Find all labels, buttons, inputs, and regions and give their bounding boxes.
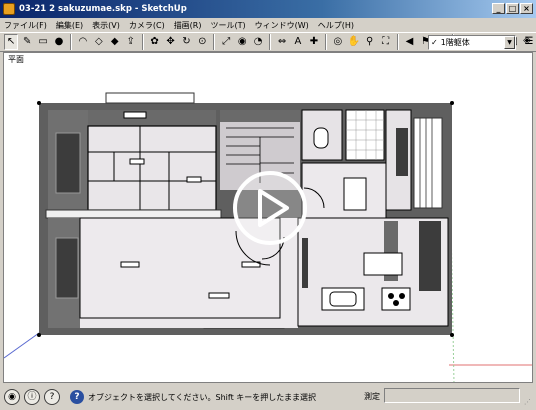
balcony [413, 117, 443, 209]
tape-measure-icon[interactable]: ◉ [235, 34, 249, 50]
layer-manager-icon[interactable]: ◈ [520, 35, 534, 50]
toolbar-separator [213, 34, 216, 50]
menu-help[interactable]: ヘルプ(H) [318, 20, 354, 31]
sketchup-app-icon[interactable] [3, 3, 15, 15]
geo-location-icon[interactable]: ◉ [4, 389, 20, 405]
toolbar-separator [69, 34, 72, 50]
axes-icon[interactable]: ✚ [307, 34, 321, 50]
menu-edit[interactable]: 編集(E) [56, 20, 83, 31]
layer-dropdown[interactable]: ✓ 1階躯体 ▼ [428, 35, 516, 50]
toilet [313, 127, 329, 149]
layer-dropdown-value: 1階躯体 [440, 38, 470, 47]
pan-icon[interactable]: ✋ [347, 34, 361, 50]
room-window [55, 132, 81, 194]
drawing-viewport[interactable]: 平面 [3, 52, 533, 383]
close-button[interactable]: × [520, 3, 533, 14]
floor-plan-drawing [4, 92, 532, 382]
toolbar-separator [396, 34, 399, 50]
toolbar-separator [324, 34, 327, 50]
status-message: オブジェクトを選択してください。Shift キーを押したまま選択 [88, 392, 317, 402]
zoom-extents-icon[interactable]: ⛶ [379, 34, 393, 50]
scale-icon[interactable]: ⤢ [219, 34, 233, 50]
pencil-icon[interactable]: ✎ [20, 34, 34, 50]
top-window-sill [105, 92, 195, 104]
layer-active-check-icon: ✓ [431, 38, 438, 47]
maximize-button[interactable]: □ [506, 3, 519, 14]
room-shower [345, 109, 385, 161]
menu-file[interactable]: ファイル(F) [4, 20, 47, 31]
kitchen-sink [363, 252, 403, 276]
previous-view-icon[interactable]: ◀ [403, 34, 417, 50]
stove [381, 287, 411, 311]
follow-me-icon[interactable]: ✿ [148, 34, 162, 50]
help-icon[interactable]: ? [70, 390, 84, 404]
scene-label: 平面 [8, 55, 24, 64]
paint-bucket-icon[interactable]: ◆ [108, 34, 122, 50]
play-overlay-icon[interactable] [233, 171, 307, 245]
menu-view[interactable]: 表示(V) [92, 20, 120, 31]
menu-window[interactable]: ウィンドウ(W) [255, 20, 309, 31]
toolbar-separator [141, 34, 144, 50]
select-icon[interactable]: ↖ [4, 34, 19, 50]
sketchup-window: 03-21 2 sakuzumae.skp - SketchUp _ □ × フ… [0, 0, 536, 410]
account-icon[interactable]: ? [44, 389, 60, 405]
measurements-input[interactable] [384, 388, 520, 403]
measurements-label: 測定 [364, 392, 380, 401]
chevron-down-icon[interactable]: ▼ [504, 36, 515, 49]
title-bar[interactable]: 03-21 2 sakuzumae.skp - SketchUp _ □ × [0, 0, 536, 18]
menu-tools[interactable]: ツール(T) [211, 20, 246, 31]
menu-camera[interactable]: カメラ(C) [129, 20, 165, 31]
move-icon[interactable]: ✥ [164, 34, 178, 50]
zoom-icon[interactable]: ⚲ [363, 34, 377, 50]
menu-bar: ファイル(F) 編集(E) 表示(V) カメラ(C) 描画(R) ツール(T) … [0, 18, 536, 32]
toolbar-separator [269, 34, 272, 50]
circle-icon[interactable]: ● [52, 34, 66, 50]
resize-grip-icon[interactable]: ⋰ [524, 398, 534, 408]
protractor-icon[interactable]: ◔ [251, 34, 265, 50]
dimension-icon[interactable]: ⇔ [275, 34, 289, 50]
menu-draw[interactable]: 描画(R) [174, 20, 202, 31]
text-icon[interactable]: A [291, 34, 305, 50]
window-title: 03-21 2 sakuzumae.skp - SketchUp [19, 4, 187, 14]
offset-icon[interactable]: ⊙ [195, 34, 209, 50]
orbit-icon[interactable]: ◎ [331, 34, 345, 50]
minimize-button[interactable]: _ [492, 3, 505, 14]
rotate-icon[interactable]: ↻ [179, 34, 193, 50]
push-pull-icon[interactable]: ⇪ [124, 34, 138, 50]
eraser-icon[interactable]: ◇ [92, 34, 106, 50]
rectangle-icon[interactable]: ▭ [36, 34, 50, 50]
arc-icon[interactable]: ◠ [76, 34, 90, 50]
credits-icon[interactable]: ⓘ [24, 389, 40, 405]
